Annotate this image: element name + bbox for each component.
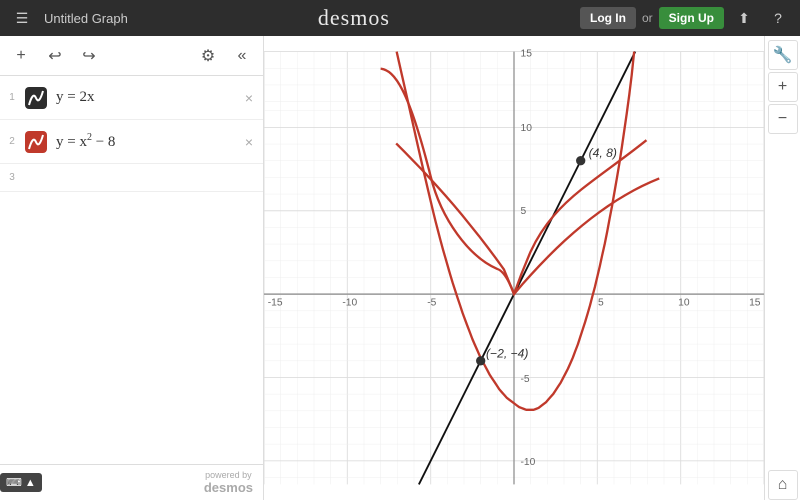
- svg-text:5: 5: [521, 206, 527, 217]
- point-4-8: [576, 156, 585, 165]
- expression-row-3[interactable]: 3: [0, 164, 263, 192]
- hamburger-icon: ☰: [16, 10, 29, 27]
- undo-icon: ↩: [48, 46, 61, 66]
- wrench-button[interactable]: 🔧: [768, 40, 798, 70]
- expr-icon-2: [24, 130, 48, 154]
- right-toolbar: 🔧 + − ⌂: [764, 36, 800, 500]
- expr-formula-1[interactable]: y = 2x: [52, 89, 239, 106]
- desmos-icon-2: [25, 131, 47, 153]
- desmos-brand: desmos: [318, 5, 390, 31]
- svg-text:(4, 8): (4, 8): [589, 146, 617, 160]
- powered-by-brand: desmos: [204, 480, 253, 495]
- expression-row-2[interactable]: 2 y = x2 − 8 ×: [0, 120, 263, 164]
- expression-toolbar: + ↩ ↪ ⚙ «: [0, 36, 263, 76]
- graph-area[interactable]: -15 -10 -5 5 10 15 15 10 5 -5 -10: [264, 36, 764, 500]
- brand-text: desmos: [318, 5, 390, 30]
- desmos-icon-1: [25, 87, 47, 109]
- graph-title: Untitled Graph: [44, 11, 128, 26]
- wrench-icon: 🔧: [773, 45, 793, 65]
- expr-number-1: 1: [4, 92, 20, 103]
- expr-icon-1: [24, 86, 48, 110]
- expr-close-2[interactable]: ×: [239, 132, 259, 152]
- login-button[interactable]: Log In: [580, 7, 636, 29]
- svg-text:-10: -10: [521, 457, 536, 468]
- svg-text:-15: -15: [268, 297, 283, 308]
- powered-by: powered by desmos: [204, 470, 263, 495]
- keyboard-arrow: ▲: [25, 477, 36, 489]
- svg-text:15: 15: [749, 297, 761, 308]
- hamburger-button[interactable]: ☰: [8, 4, 36, 32]
- topbar-right: Log In or Sign Up ⬆ ?: [580, 4, 792, 32]
- topbar-left: ☰ Untitled Graph: [8, 4, 128, 32]
- or-text: or: [642, 11, 653, 25]
- svg-text:-10: -10: [342, 297, 357, 308]
- share-icon: ⬆: [738, 10, 750, 27]
- left-footer: ⌨ ▲ powered by desmos: [0, 464, 263, 500]
- svg-text:(−2, −4): (−2, −4): [486, 347, 528, 361]
- help-icon: ?: [774, 10, 782, 26]
- zoom-out-icon: −: [778, 110, 787, 128]
- svg-text:15: 15: [521, 48, 533, 59]
- redo-button[interactable]: ↪: [74, 41, 104, 71]
- expr-number-3: 3: [4, 172, 20, 183]
- svg-text:10: 10: [678, 297, 690, 308]
- powered-by-text: powered by: [205, 470, 252, 480]
- redo-icon: ↪: [82, 46, 95, 66]
- gear-icon: ⚙: [201, 46, 215, 66]
- zoom-out-button[interactable]: −: [768, 104, 798, 134]
- expression-list: 1 y = 2x × 2 y: [0, 76, 263, 464]
- main-area: + ↩ ↪ ⚙ « 1: [0, 36, 800, 500]
- add-expression-button[interactable]: +: [6, 41, 36, 71]
- expression-row-1[interactable]: 1 y = 2x ×: [0, 76, 263, 120]
- keyboard-button[interactable]: ⌨ ▲: [0, 473, 42, 492]
- svg-text:5: 5: [598, 297, 604, 308]
- svg-text:10: 10: [521, 123, 533, 134]
- svg-text:-5: -5: [521, 374, 530, 385]
- collapse-icon: «: [238, 47, 247, 65]
- point-neg2-neg4: [476, 356, 485, 365]
- top-bar: ☰ Untitled Graph desmos Log In or Sign U…: [0, 0, 800, 36]
- zoom-in-icon: +: [778, 78, 787, 96]
- plus-icon: +: [16, 47, 25, 65]
- share-button[interactable]: ⬆: [730, 4, 758, 32]
- collapse-button[interactable]: «: [227, 41, 257, 71]
- expr-formula-2[interactable]: y = x2 − 8: [52, 132, 239, 151]
- expr-number-2: 2: [4, 136, 20, 147]
- zoom-in-button[interactable]: +: [768, 72, 798, 102]
- expr-close-1[interactable]: ×: [239, 88, 259, 108]
- left-panel: + ↩ ↪ ⚙ « 1: [0, 36, 264, 500]
- graph-svg: -15 -10 -5 5 10 15 15 10 5 -5 -10: [264, 36, 764, 500]
- home-icon: ⌂: [778, 476, 788, 494]
- keyboard-icon: ⌨: [6, 476, 22, 489]
- help-button[interactable]: ?: [764, 4, 792, 32]
- settings-button[interactable]: ⚙: [193, 41, 223, 71]
- signup-button[interactable]: Sign Up: [659, 7, 724, 29]
- svg-text:-5: -5: [427, 297, 436, 308]
- home-button[interactable]: ⌂: [768, 470, 798, 500]
- undo-button[interactable]: ↩: [40, 41, 70, 71]
